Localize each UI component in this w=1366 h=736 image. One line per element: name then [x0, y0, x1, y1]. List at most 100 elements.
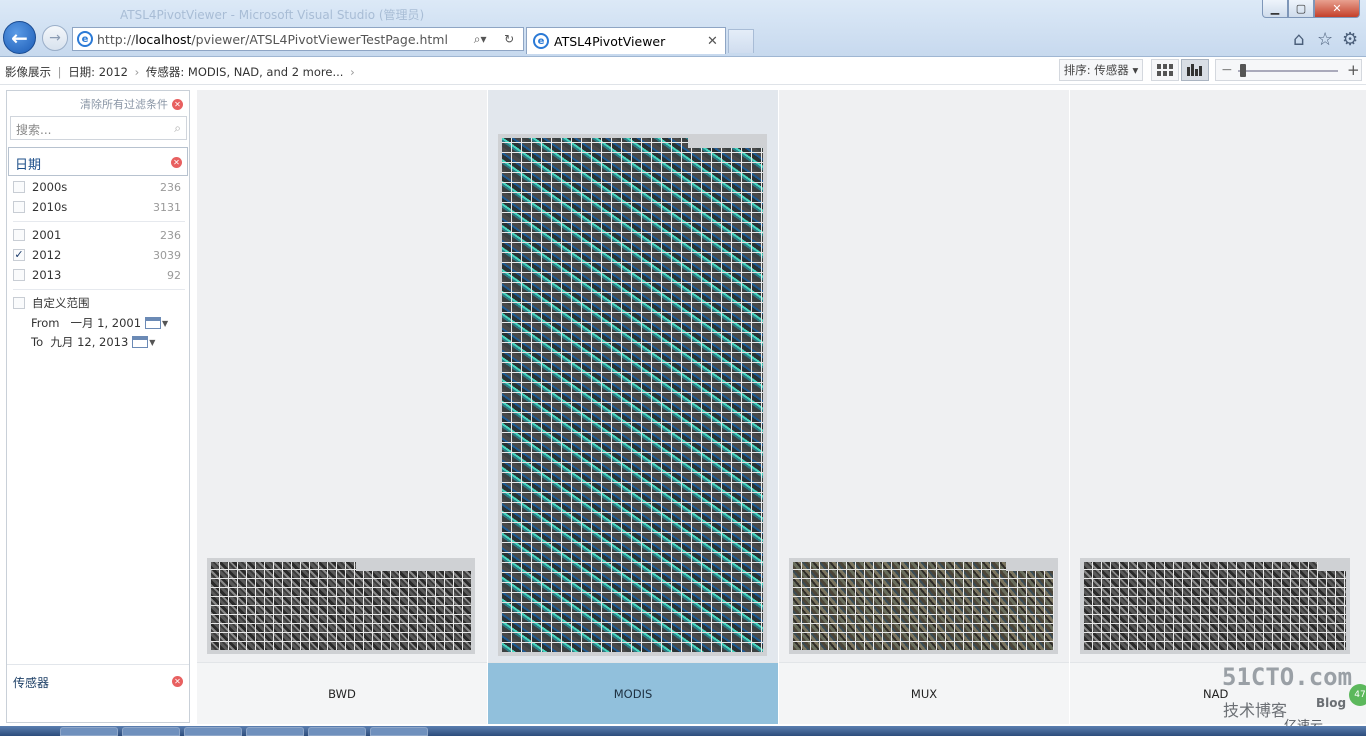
image-tiles[interactable]	[211, 562, 471, 650]
facet-count: 236	[160, 228, 181, 242]
clear-all-label[interactable]: 清除所有过滤条件	[80, 96, 168, 112]
favorites-star-icon[interactable]: ☆	[1317, 29, 1333, 50]
column-label-bwd[interactable]: BWD	[197, 662, 487, 724]
clear-all-filters[interactable]: 清除所有过滤条件 ✕	[80, 96, 183, 112]
breadcrumb-date[interactable]: 日期: 2012	[68, 65, 128, 79]
column-label-modis[interactable]: MODIS	[488, 662, 778, 724]
caret-down-icon[interactable]: ▼	[149, 338, 155, 347]
facet-row-2010s[interactable]: 2010s 3131	[13, 198, 181, 216]
breadcrumb-root[interactable]: 影像展示	[5, 65, 51, 79]
custom-range-row[interactable]: 自定义范围	[13, 294, 181, 312]
calendar-icon[interactable]	[145, 317, 162, 329]
grid-view-button[interactable]	[1151, 59, 1179, 81]
partial-row-gap	[356, 562, 471, 571]
column-mux[interactable]	[779, 90, 1069, 662]
checkbox[interactable]	[13, 181, 25, 193]
close-circle-icon[interactable]: ✕	[171, 157, 182, 168]
search-input[interactable]: 搜索... ⌕	[10, 116, 187, 140]
close-window-button[interactable]: ✕	[1314, 0, 1360, 18]
facet-row-2000s[interactable]: 2000s 236	[13, 178, 181, 196]
tab-active[interactable]: e ATSL4PivotViewer ✕	[526, 27, 726, 54]
zoom-slider[interactable]: − +	[1215, 59, 1362, 81]
custom-range-label: 自定义范围	[32, 296, 90, 310]
divider	[13, 289, 185, 290]
window-title: ATSL4PivotViewer - Microsoft Visual Stud…	[120, 8, 425, 22]
zoom-thumb[interactable]	[1240, 64, 1246, 77]
new-tab-button[interactable]	[728, 29, 754, 53]
url-host: localhost	[135, 31, 192, 47]
facet-row-2001[interactable]: 2001 236	[13, 226, 181, 244]
column-bwd[interactable]	[197, 90, 487, 662]
facet-label: 2001	[32, 228, 62, 242]
taskbar-item[interactable]	[184, 727, 242, 736]
column-nad[interactable]	[1070, 90, 1366, 662]
close-circle-icon[interactable]: ✕	[172, 676, 183, 687]
sensor-facet-title: 传感器	[13, 676, 50, 690]
partial-row-gap	[688, 138, 763, 148]
taskbar-item[interactable]	[122, 727, 180, 736]
tile-stack-bwd[interactable]	[207, 558, 475, 654]
refresh-icon[interactable]: ↻	[504, 32, 514, 47]
date-facet-header[interactable]: 日期 ✕	[8, 147, 188, 176]
zoom-track[interactable]	[1238, 70, 1338, 72]
minimize-button[interactable]: ▁	[1262, 0, 1288, 18]
checkbox-checked[interactable]: ✓	[13, 249, 25, 261]
taskbar-item[interactable]	[308, 727, 366, 736]
from-date-value[interactable]: 一月 1, 2001	[70, 315, 141, 331]
forward-button[interactable]: →	[42, 25, 68, 51]
facet-count: 3039	[153, 248, 181, 262]
image-tiles[interactable]	[1084, 562, 1346, 650]
facet-label: 2012	[32, 248, 62, 262]
checkbox[interactable]	[13, 201, 25, 213]
partial-row-gap	[1318, 562, 1346, 571]
facet-row-2012[interactable]: ✓ 2012 3039	[13, 246, 181, 264]
gear-icon[interactable]: ⚙	[1342, 29, 1358, 50]
histogram-view-icon	[1187, 64, 1202, 76]
sort-dropdown[interactable]: 排序: 传感器 ▾	[1059, 59, 1143, 81]
url-prefix: http://	[97, 31, 136, 47]
column-modis[interactable]	[488, 90, 778, 662]
checkbox[interactable]	[13, 229, 25, 241]
back-button[interactable]: ←	[3, 21, 36, 54]
breadcrumb-sensor[interactable]: 传感器: MODIS, NAD, and 2 more...	[146, 65, 344, 79]
image-tiles[interactable]	[793, 562, 1054, 650]
column-label-mux[interactable]: MUX	[779, 662, 1069, 724]
maximize-button[interactable]: ▢	[1288, 0, 1314, 18]
watermark-51cto: 51CTO.com	[1222, 663, 1353, 691]
caret-down-icon[interactable]: ▼	[162, 319, 168, 328]
sensor-facet-header[interactable]: 传感器 ✕	[7, 664, 189, 722]
grid-view-icon	[1157, 64, 1173, 76]
facet-count: 92	[167, 268, 181, 282]
partial-row-gap	[1006, 562, 1054, 571]
search-icon[interactable]: ⌕	[174, 121, 181, 136]
tab-close-icon[interactable]: ✕	[707, 34, 725, 49]
watermark-blog: Blog	[1316, 696, 1347, 710]
facet-count: 3131	[153, 200, 181, 214]
arrow-right-icon: →	[49, 30, 61, 46]
taskbar-item[interactable]	[60, 727, 118, 736]
taskbar-item[interactable]	[246, 727, 304, 736]
calendar-icon[interactable]	[132, 336, 149, 348]
address-bar[interactable]: e http://localhost/pviewer/ATSL4PivotVie…	[72, 27, 524, 51]
to-date-value[interactable]: 九月 12, 2013	[50, 334, 128, 350]
facet-label: 2013	[32, 268, 62, 282]
facet-row-2013[interactable]: 2013 92	[13, 266, 181, 284]
tile-stack-mux[interactable]	[789, 558, 1058, 654]
checkbox[interactable]	[13, 269, 25, 281]
facet-count: 236	[160, 180, 181, 194]
zoom-in-button[interactable]: +	[1347, 61, 1360, 79]
address-url[interactable]: http://localhost/pviewer/ATSL4PivotViewe…	[97, 32, 465, 47]
taskbar-item[interactable]	[370, 727, 428, 736]
tile-stack-nad[interactable]	[1080, 558, 1350, 654]
pivot-toolbar: 影像展示 | 日期: 2012 › 传感器: MODIS, NAD, and 2…	[0, 57, 1366, 85]
chevron-right-icon: ›	[350, 65, 355, 79]
zoom-out-button[interactable]: −	[1221, 62, 1233, 78]
ie-logo-icon: e	[533, 33, 549, 49]
histogram-view-button[interactable]	[1181, 59, 1209, 81]
checkbox[interactable]	[13, 297, 25, 309]
image-tiles[interactable]	[502, 138, 763, 652]
home-icon[interactable]: ⌂	[1293, 29, 1304, 50]
tile-stack-modis[interactable]	[498, 134, 767, 656]
close-circle-icon[interactable]: ✕	[172, 98, 183, 110]
search-dropdown-icon[interactable]: ⌕▾	[474, 32, 487, 47]
